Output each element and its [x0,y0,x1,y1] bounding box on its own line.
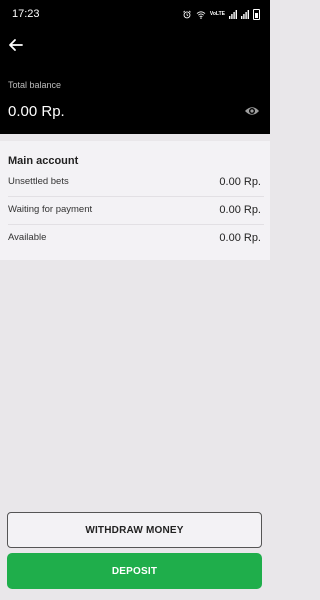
row-label: Waiting for payment [8,204,93,215]
wifi-icon [196,10,206,19]
account-row-available: Available 0.00 Rp. [8,225,264,253]
alarm-icon [183,10,191,18]
status-icons: VoLTE [182,8,260,20]
total-balance-value: 0.00 Rp. [8,103,65,120]
row-value: 0.00 Rp. [219,232,261,244]
total-balance-label: Total balance [8,80,62,90]
battery-icon [253,8,260,20]
row-label: Available [8,232,47,243]
main-account-title: Main account [8,155,79,167]
status-bar: 17:23 VoLTE [0,0,270,28]
withdraw-money-button[interactable]: WITHDRAW MONEY [7,512,262,548]
main-account-card: Main account Unsettled bets 0.00 Rp. Wai… [0,141,270,260]
row-value: 0.00 Rp. [219,204,261,216]
eye-icon[interactable] [244,105,260,117]
row-label: Unsettled bets [8,176,69,187]
volte-icon: VoLTE [209,10,225,17]
account-row-unsettled-bets: Unsettled bets 0.00 Rp. [8,169,264,197]
signal-icon [241,9,249,19]
back-arrow-icon[interactable] [6,35,26,55]
deposit-button[interactable]: DEPOSIT [7,553,262,589]
signal-icon [229,9,237,19]
account-row-waiting-for-payment: Waiting for payment 0.00 Rp. [8,197,264,225]
balance-header: Total balance 0.00 Rp. [0,28,270,134]
row-value: 0.00 Rp. [219,176,261,188]
status-time: 17:23 [12,8,40,20]
